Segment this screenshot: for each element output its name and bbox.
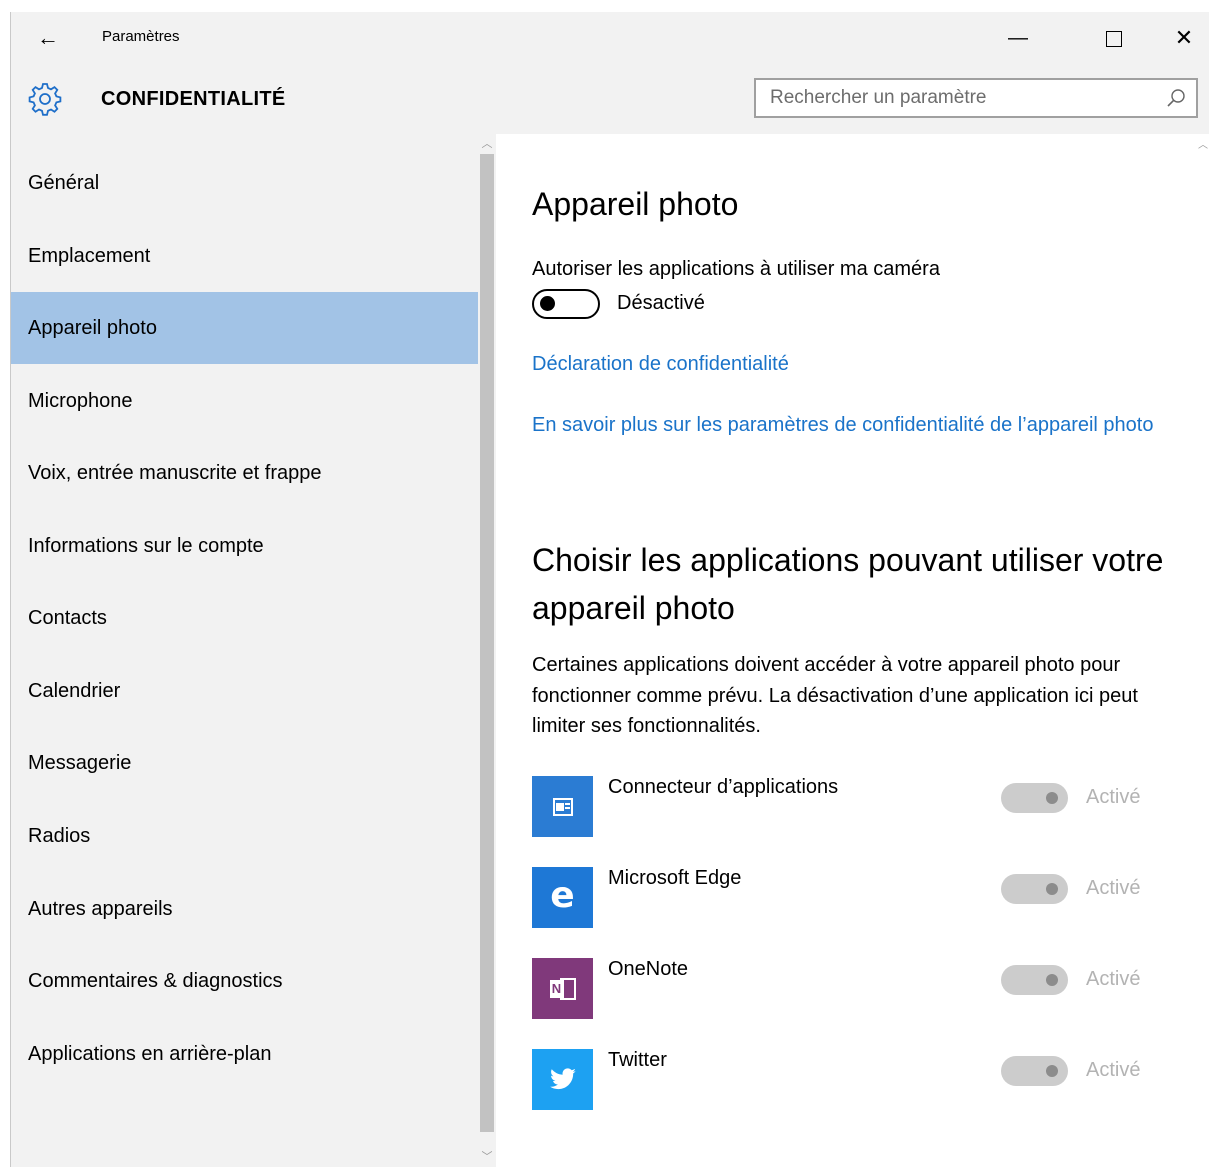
scroll-down-icon[interactable]: ﹀ [478,1149,496,1165]
back-arrow-icon: ← [37,25,59,50]
scrollbar-thumb[interactable] [480,154,494,1132]
twitter-icon [532,1049,593,1110]
sidebar-item-voix[interactable]: Voix, entrée manuscrite et frappe [11,437,478,509]
minimize-button[interactable]: — [995,20,1041,56]
app-name: OneNote [608,958,689,980]
minimize-icon: — [1008,27,1028,49]
privacy-statement-link[interactable]: Déclaration de confidentialité [532,349,789,379]
settings-window: ← Paramètres — ✕ CONFIDENTIALITÉ Général… [10,12,1209,1167]
app-name: Twitter [608,1049,667,1071]
toggle-knob [1046,974,1058,986]
choose-apps-description: Certaines applications doivent accéder à… [532,654,1138,737]
sidebar-item-radios[interactable]: Radios [11,800,478,872]
window-title: Paramètres [102,28,180,45]
app-toggle[interactable] [1001,874,1068,904]
sidebar-scrollbar[interactable]: ︿ ﹀ [478,134,496,1167]
app-toggle[interactable] [1001,783,1068,813]
app-state: Activé [1086,968,1141,990]
twitter-bird-icon [549,1067,576,1089]
main-scrollbar[interactable]: ︿ [1198,134,1209,1167]
search-input[interactable] [756,80,1174,116]
sidebar-item-contacts[interactable]: Contacts [11,582,478,654]
sidebar-item-compte[interactable]: Informations sur le compte [11,510,478,582]
app-row-twitter: Twitter Activé [532,1049,1172,1111]
section-title: CONFIDENTIALITÉ [101,88,286,110]
app-name: Microsoft Edge [608,867,742,889]
scroll-up-icon[interactable]: ︿ [1198,136,1208,151]
sidebar-item-appareil-photo[interactable]: Appareil photo [11,292,478,364]
sidebar-nav: Général Emplacement Appareil photo Micro… [11,134,496,1167]
maximize-button[interactable] [1091,20,1137,56]
sidebar-item-messagerie[interactable]: Messagerie [11,727,478,799]
close-icon: ✕ [1174,25,1194,50]
learn-more-link[interactable]: En savoir plus sur les paramètres de con… [532,410,1182,440]
toggle-knob [1046,1065,1058,1077]
app-state: Activé [1086,786,1141,808]
app-row-onenote: N OneNote Activé [532,958,1172,1020]
toggle-knob [540,296,555,311]
app-toggle[interactable] [1001,1056,1068,1086]
allow-camera-toggle[interactable] [532,289,600,319]
app-row-connecteur: Connecteur d’applications Activé [532,776,1172,838]
onenote-letter: N [549,979,564,998]
app-connector-icon [532,776,593,837]
edge-icon: e [532,867,593,928]
back-button[interactable]: ← [33,24,63,52]
allow-camera-label: Autoriser les applications à utiliser ma… [532,258,940,280]
app-row-edge: e Microsoft Edge Activé [532,867,1172,929]
app-state: Activé [1086,877,1141,899]
gear-icon [28,83,62,116]
sidebar-item-general[interactable]: Général [11,147,478,219]
scroll-up-icon[interactable]: ︿ [478,136,496,152]
onenote-icon: N [532,958,593,1019]
toggle-knob [1046,792,1058,804]
connector-glyph-icon [552,797,573,816]
app-toggle[interactable] [1001,965,1068,995]
search-box[interactable] [754,78,1198,118]
maximize-icon [1106,30,1122,47]
app-name: Connecteur d’applications [608,776,839,798]
choose-apps-title: Choisir les applications pouvant utilise… [532,542,1164,626]
edge-glyph: e [550,874,575,916]
app-state: Activé [1086,1059,1141,1081]
sidebar-item-arriere-plan[interactable]: Applications en arrière-plan [11,1018,478,1090]
sidebar-item-emplacement[interactable]: Emplacement [11,220,478,292]
sidebar-item-autres-appareils[interactable]: Autres appareils [11,873,478,945]
title-bar: ← Paramètres — ✕ [11,12,1209,64]
close-button[interactable]: ✕ [1161,20,1207,56]
sidebar-item-commentaires[interactable]: Commentaires & diagnostics [11,945,478,1017]
main-content: Appareil photo Autoriser les application… [496,134,1196,1167]
toggle-knob [1046,883,1058,895]
sidebar-item-calendrier[interactable]: Calendrier [11,655,478,727]
sidebar-item-microphone[interactable]: Microphone [11,365,478,437]
onenote-glyph-icon: N [548,976,578,1002]
allow-camera-state: Désactivé [617,292,705,314]
search-icon[interactable] [1166,88,1186,108]
page-title: Appareil photo [532,186,739,222]
settings-header: CONFIDENTIALITÉ [11,64,1209,134]
